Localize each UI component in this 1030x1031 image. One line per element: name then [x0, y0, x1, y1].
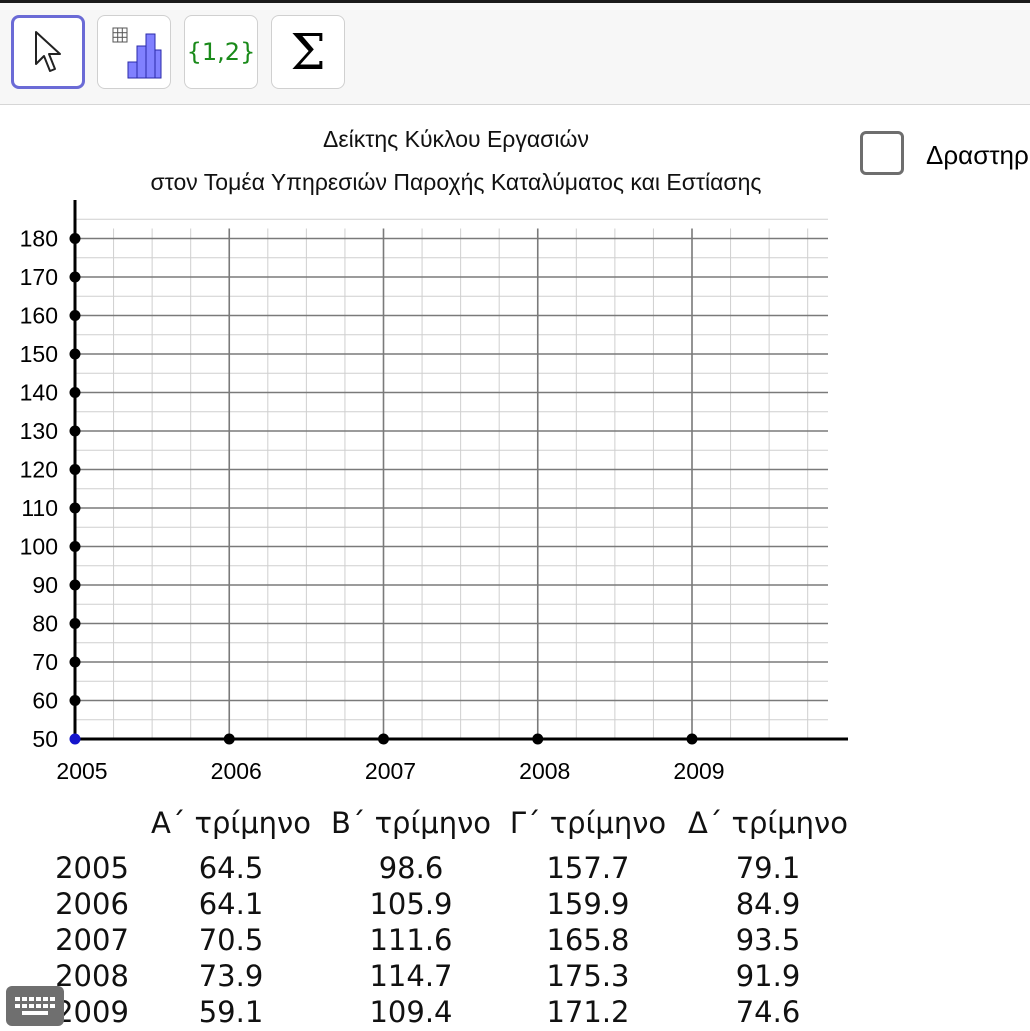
table-header: Α΄ τρίμηνο	[150, 806, 312, 840]
table-row-year: 2006	[55, 887, 129, 921]
table-cell: 70.5	[198, 923, 264, 957]
x-tick-label: 2005	[56, 758, 107, 784]
y-axis-point[interactable]	[69, 579, 81, 591]
table-header: Β΄ τρίμηνο	[330, 806, 492, 840]
x-tick-label: 2008	[519, 758, 570, 784]
table-row-year: 2005	[55, 851, 129, 885]
y-axis-point[interactable]	[69, 310, 81, 321]
y-axis-point[interactable]	[69, 618, 81, 629]
table-header: Γ΄ τρίμηνο	[509, 806, 667, 840]
table-row-year: 2009	[55, 995, 129, 1029]
table-header: Δ΄ τρίμηνο	[687, 806, 849, 840]
x-tick-label: 2007	[365, 758, 416, 784]
origin-point[interactable]	[69, 733, 81, 745]
y-axis-point[interactable]	[69, 502, 81, 514]
y-tick-label: 100	[20, 534, 58, 560]
y-axis-point[interactable]	[69, 541, 81, 552]
y-tick-label: 180	[20, 226, 58, 252]
keyboard-icon	[15, 997, 55, 1015]
table-cell: 73.9	[198, 959, 264, 993]
y-axis-point[interactable]	[69, 695, 81, 706]
y-tick-label: 60	[32, 688, 58, 714]
table-cell: 79.1	[735, 851, 801, 885]
keyboard-button[interactable]	[6, 986, 64, 1026]
y-tick-label: 110	[21, 495, 58, 521]
y-tick-label: 140	[20, 380, 58, 406]
y-tick-label: 120	[20, 457, 58, 483]
table-cell: 157.7	[546, 851, 630, 885]
table-cell: 84.9	[735, 887, 801, 921]
table-cell: 91.9	[735, 959, 801, 993]
table-cell: 171.2	[546, 995, 630, 1029]
table-cell: 74.6	[735, 995, 801, 1029]
y-axis-point[interactable]	[69, 387, 81, 398]
y-tick-label: 130	[20, 418, 58, 444]
y-axis-point[interactable]	[69, 656, 81, 668]
table-cell: 98.6	[378, 851, 444, 885]
y-tick-label: 80	[32, 611, 58, 637]
y-axis-point[interactable]	[69, 425, 81, 437]
y-tick-label: 70	[32, 649, 58, 675]
x-axis-point[interactable]	[686, 733, 698, 745]
table-cell: 111.6	[369, 923, 453, 957]
table-cell: 59.1	[198, 995, 264, 1029]
y-tick-label: 150	[20, 341, 58, 367]
table-cell: 165.8	[546, 923, 630, 957]
table-cell: 93.5	[735, 923, 801, 957]
x-tick-label: 2006	[211, 758, 262, 784]
y-axis-point[interactable]	[69, 233, 81, 244]
table-row-year: 2007	[55, 923, 129, 957]
table-cell: 175.3	[546, 959, 630, 993]
y-axis-point[interactable]	[69, 464, 81, 475]
y-axis-point[interactable]	[69, 271, 81, 283]
y-tick-label: 50	[32, 726, 58, 752]
x-axis-point[interactable]	[532, 733, 544, 745]
table-cell: 114.7	[369, 959, 453, 993]
chart-canvas[interactable]: 50 60 70 80 90 100 110 120 130 140 150 160 170 180 200…	[0, 0, 1030, 1030]
x-tick-label: 2009	[673, 758, 724, 784]
y-tick-label: 90	[32, 572, 58, 598]
table-row-year: 2008	[55, 959, 129, 993]
y-axis-point[interactable]	[69, 348, 81, 360]
table-cell: 64.1	[198, 887, 264, 921]
table-cell: 64.5	[198, 851, 264, 885]
table-cell: 105.9	[369, 887, 453, 921]
y-tick-label: 160	[20, 303, 58, 329]
y-tick-label: 170	[20, 264, 58, 290]
table-cell: 159.9	[546, 887, 630, 921]
x-axis-point[interactable]	[223, 733, 235, 745]
x-axis-point[interactable]	[378, 733, 389, 745]
table-cell: 109.4	[369, 995, 453, 1029]
